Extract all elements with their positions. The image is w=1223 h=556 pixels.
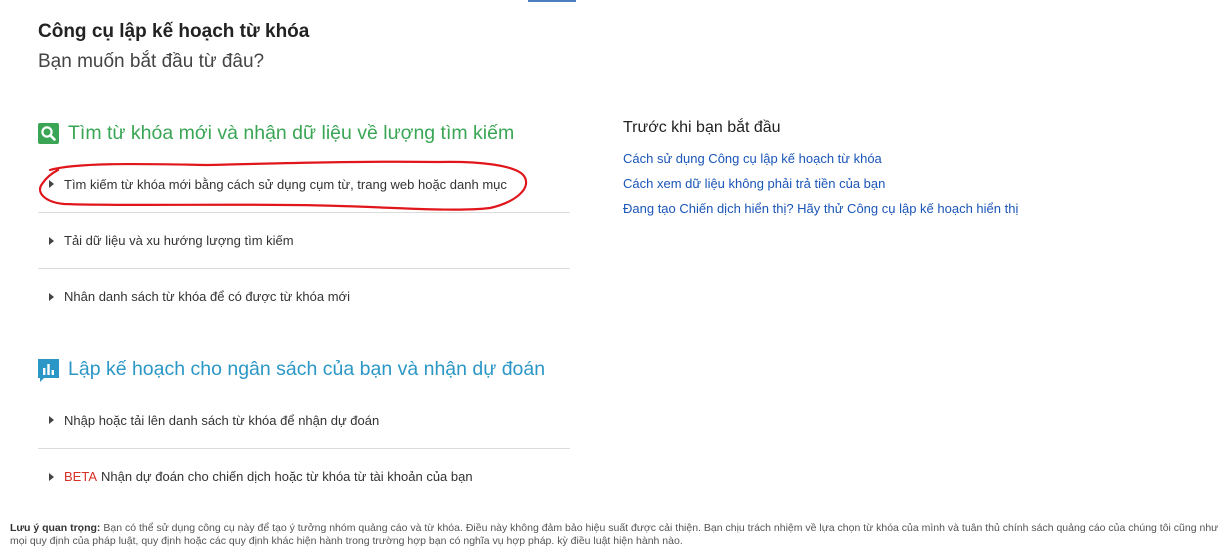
expand-triangle-icon	[49, 292, 54, 301]
find-keywords-header: Tìm từ khóa mới và nhận dữ liệu về lượng…	[38, 118, 570, 148]
expand-triangle-icon	[49, 472, 54, 481]
important-note-label: Lưu ý quan trọng:	[10, 522, 101, 534]
top-tab-indicator	[528, 0, 576, 2]
important-note: Lưu ý quan trọng: Bạn có thể sử dụng côn…	[10, 522, 1223, 548]
page-subtitle: Bạn muốn bắt đầu từ đâu?	[38, 51, 265, 72]
link-display-planner[interactable]: Đang tạo Chiến dịch hiển thị? Hãy thử Cô…	[623, 196, 1183, 221]
plan-budget-title: Lập kế hoạch cho ngân sách của bạn và nh…	[68, 357, 546, 380]
search-icon	[38, 122, 59, 144]
expand-triangle-icon	[49, 180, 54, 188]
link-how-to-use-planner[interactable]: Cách sử dụng Công cụ lập kế hoạch từ khó…	[623, 146, 1183, 171]
option-search-new-keywords[interactable]: Tìm kiếm từ khóa mới bằng cách sử dụng c…	[38, 156, 570, 212]
plan-budget-options: Nhập hoặc tải lên danh sách từ khóa để n…	[38, 392, 570, 504]
beta-badge: BETA	[64, 469, 97, 484]
bar-chart-icon	[38, 358, 59, 382]
option-upload-keyword-list[interactable]: Nhập hoặc tải lên danh sách từ khóa để n…	[38, 392, 570, 448]
option-label: Nhân danh sách từ khóa để có được từ khó…	[64, 289, 350, 304]
expand-triangle-icon	[49, 416, 54, 424]
plan-budget-section: Lập kế hoạch cho ngân sách của bạn và nh…	[38, 354, 570, 504]
expand-triangle-icon	[49, 236, 54, 245]
find-keywords-title: Tìm từ khóa mới và nhận dữ liệu về lượng…	[68, 121, 515, 144]
option-multiply-keyword-lists[interactable]: Nhân danh sách từ khóa để có được từ khó…	[38, 268, 570, 324]
page-title: Công cụ lập kế hoạch từ khóa	[38, 21, 310, 42]
plan-budget-header: Lập kế hoạch cho ngân sách của bạn và nh…	[38, 354, 570, 384]
option-label: Tải dữ liệu và xu hướng lượng tìm kiếm	[64, 233, 294, 248]
link-view-organic-data[interactable]: Cách xem dữ liệu không phải trả tiền của…	[623, 171, 1183, 196]
option-label: Tìm kiếm từ khóa mới bằng cách sử dụng c…	[64, 176, 507, 192]
find-keywords-section: Tìm từ khóa mới và nhận dữ liệu về lượng…	[38, 118, 570, 324]
option-label: Nhập hoặc tải lên danh sách từ khóa để n…	[64, 412, 380, 428]
before-you-start-heading: Trước khi bạn bắt đầu	[623, 119, 781, 136]
option-label: Nhận dự đoán cho chiến dịch hoặc từ khóa…	[101, 469, 473, 484]
important-note-text: Bạn có thể sử dụng công cụ này để tạo ý …	[10, 522, 1219, 547]
option-search-volume-trends[interactable]: Tải dữ liệu và xu hướng lượng tìm kiếm	[38, 212, 570, 268]
find-keywords-options: Tìm kiếm từ khóa mới bằng cách sử dụng c…	[38, 156, 570, 324]
before-you-start-panel: Trước khi bạn bắt đầu Cách sử dụng Công …	[623, 119, 1183, 221]
option-account-forecast[interactable]: BETA Nhận dự đoán cho chiến dịch hoặc từ…	[38, 448, 570, 504]
